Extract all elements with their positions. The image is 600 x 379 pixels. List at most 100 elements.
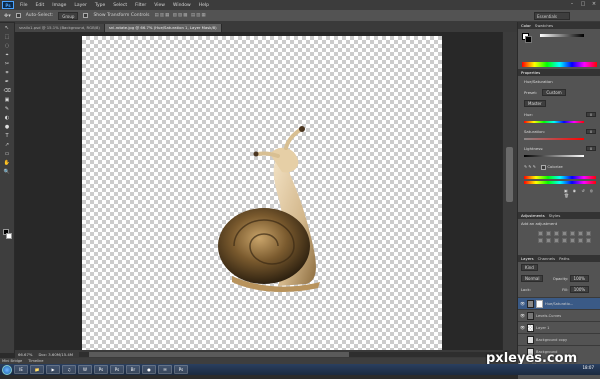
brush-tool-icon[interactable]: ✒ — [3, 79, 11, 86]
eyedropper-icon[interactable]: ✎ ✎ ✎ — [524, 164, 536, 169]
tab-channels[interactable]: Channels — [538, 256, 556, 261]
marquee-tool-icon[interactable]: ⬚ — [3, 34, 11, 41]
menu-filter[interactable]: Filter — [131, 3, 150, 8]
close-button[interactable]: × — [590, 1, 598, 8]
menu-edit[interactable]: Edit — [32, 3, 49, 8]
align-icons[interactable]: ▤▥▦ ▧▨▩ ▤▥▦ — [154, 13, 206, 18]
threshold-icon[interactable] — [586, 238, 591, 243]
brightness-icon[interactable] — [538, 231, 543, 236]
tab-swatches[interactable]: Swatches — [535, 23, 553, 28]
k-slider[interactable] — [540, 34, 584, 37]
colorize-checkbox[interactable] — [541, 164, 547, 170]
horizontal-scroll-thumb[interactable] — [89, 351, 350, 357]
balance-icon[interactable] — [586, 231, 591, 236]
tab-adjustments[interactable]: Adjustments — [521, 213, 545, 218]
quick-select-tool-icon[interactable]: ⌖ — [3, 52, 11, 59]
gradient-tool-icon[interactable]: ◐ — [3, 115, 11, 122]
tab-color[interactable]: Color — [521, 23, 531, 28]
taskbar-app-photoshop[interactable]: Ps — [94, 365, 108, 374]
menu-view[interactable]: View — [150, 3, 169, 8]
menu-file[interactable]: File — [16, 3, 32, 8]
system-clock[interactable]: 18:07 — [582, 365, 594, 370]
taskbar-app-media[interactable]: ▶ — [46, 365, 60, 374]
lasso-tool-icon[interactable]: ◌ — [3, 43, 11, 50]
move-tool-icon[interactable]: ✥▾ — [4, 13, 11, 19]
properties-title[interactable]: Properties — [521, 70, 540, 75]
menu-type[interactable]: Type — [91, 3, 109, 8]
hue-icon[interactable] — [578, 231, 583, 236]
vibrance-icon[interactable] — [570, 231, 575, 236]
taskbar-app-photoshop-3[interactable]: Ps — [174, 365, 188, 374]
lookup-icon[interactable] — [562, 238, 567, 243]
tab-snailx1[interactable]: snailx1.psd @ 15.1% (Background, RGB/8) — [15, 24, 105, 32]
menu-image[interactable]: Image — [48, 3, 70, 8]
tab-snl-rotate[interactable]: snl-rotate.jpg @ 66.7% (Hue/Saturation 1… — [104, 24, 222, 32]
layer-mask-thumbnail[interactable] — [536, 299, 543, 308]
tab-paths[interactable]: Paths — [559, 256, 569, 261]
transform-controls-checkbox[interactable] — [83, 13, 89, 18]
layer-row[interactable]: 👁 Layer 1 — [518, 321, 600, 333]
taskbar-app-bridge[interactable]: Br — [126, 365, 140, 374]
eye-icon[interactable]: 👁 — [520, 301, 525, 306]
eraser-tool-icon[interactable]: ⌫ — [3, 88, 11, 95]
hue-slider[interactable] — [524, 121, 584, 123]
levels-icon[interactable] — [546, 231, 551, 236]
lightness-slider[interactable] — [524, 155, 584, 157]
start-button[interactable] — [2, 364, 12, 375]
preset-dropdown[interactable]: Custom — [542, 89, 566, 96]
canvas[interactable] — [82, 36, 442, 350]
type-tool-icon[interactable]: T — [3, 133, 11, 140]
taskbar-app-ie[interactable]: IE — [14, 365, 28, 374]
blend-mode-dropdown[interactable]: Normal — [521, 275, 544, 282]
shape-tool-icon[interactable]: ▭ — [3, 151, 11, 158]
invert-icon[interactable] — [570, 238, 575, 243]
background-color-swatch[interactable] — [6, 233, 12, 239]
saturation-value[interactable]: 0 — [586, 129, 596, 134]
taskbar-app-music[interactable]: ♫ — [62, 365, 76, 374]
color-spectrum[interactable] — [522, 62, 597, 67]
maximize-button[interactable]: □ — [579, 1, 587, 8]
layer-row[interactable]: 👁 Levels-Curves — [518, 309, 600, 321]
crop-tool-icon[interactable]: ✂ — [3, 61, 11, 68]
history-brush-tool-icon[interactable]: ✎ — [3, 106, 11, 113]
tab-layers[interactable]: Layers — [521, 256, 534, 261]
horizontal-scrollbar[interactable] — [79, 351, 507, 357]
channel-dropdown[interactable]: Master — [524, 100, 546, 107]
eye-icon[interactable]: 👁 — [520, 325, 525, 330]
menu-layer[interactable]: Layer — [70, 3, 91, 8]
stamp-tool-icon[interactable]: ▣ — [3, 97, 11, 104]
vertical-scroll-thumb[interactable] — [506, 147, 513, 202]
properties-footer-icons[interactable]: ▣ ◉ ↺ ◎ 🗑 — [564, 188, 600, 198]
vertical-scrollbar[interactable] — [502, 32, 517, 350]
auto-select-checkbox[interactable] — [15, 13, 21, 18]
bw-icon[interactable] — [538, 238, 543, 243]
opacity-field[interactable]: 100% — [569, 275, 589, 282]
menu-select[interactable]: Select — [109, 3, 131, 8]
eye-icon[interactable] — [520, 337, 525, 342]
kind-filter-dropdown[interactable]: Kind — [521, 264, 538, 271]
saturation-slider[interactable] — [524, 138, 584, 140]
hand-tool-icon[interactable]: ✋ — [3, 160, 11, 167]
taskbar-app-chrome[interactable]: ● — [142, 365, 156, 374]
posterize-icon[interactable] — [578, 238, 583, 243]
zoom-tool-icon[interactable]: 🔍 — [3, 169, 11, 176]
photo-filter-icon[interactable] — [546, 238, 551, 243]
tab-styles[interactable]: Styles — [549, 213, 561, 218]
path-select-tool-icon[interactable]: ↗ — [3, 142, 11, 149]
menu-window[interactable]: Window — [169, 3, 195, 8]
taskbar-app-photoshop-2[interactable]: Ps — [110, 365, 124, 374]
layer-row[interactable]: Background copy — [518, 333, 600, 345]
workspace-dropdown[interactable]: Essentials — [534, 12, 570, 20]
move-tool-icon[interactable]: ↖ — [3, 25, 11, 32]
hue-value[interactable]: 0 — [586, 112, 596, 117]
minimize-button[interactable]: – — [568, 1, 576, 8]
curves-icon[interactable] — [554, 231, 559, 236]
eye-icon[interactable]: 👁 — [520, 313, 525, 318]
dodge-tool-icon[interactable]: ● — [3, 124, 11, 131]
exposure-icon[interactable] — [562, 231, 567, 236]
fill-field[interactable]: 100% — [569, 286, 590, 293]
auto-select-dropdown[interactable]: Group — [58, 11, 79, 20]
zoom-level[interactable]: 66.67% — [18, 352, 32, 357]
taskbar-app-word[interactable]: W — [78, 365, 92, 374]
taskbar-app-explorer[interactable]: 📁 — [30, 365, 44, 374]
